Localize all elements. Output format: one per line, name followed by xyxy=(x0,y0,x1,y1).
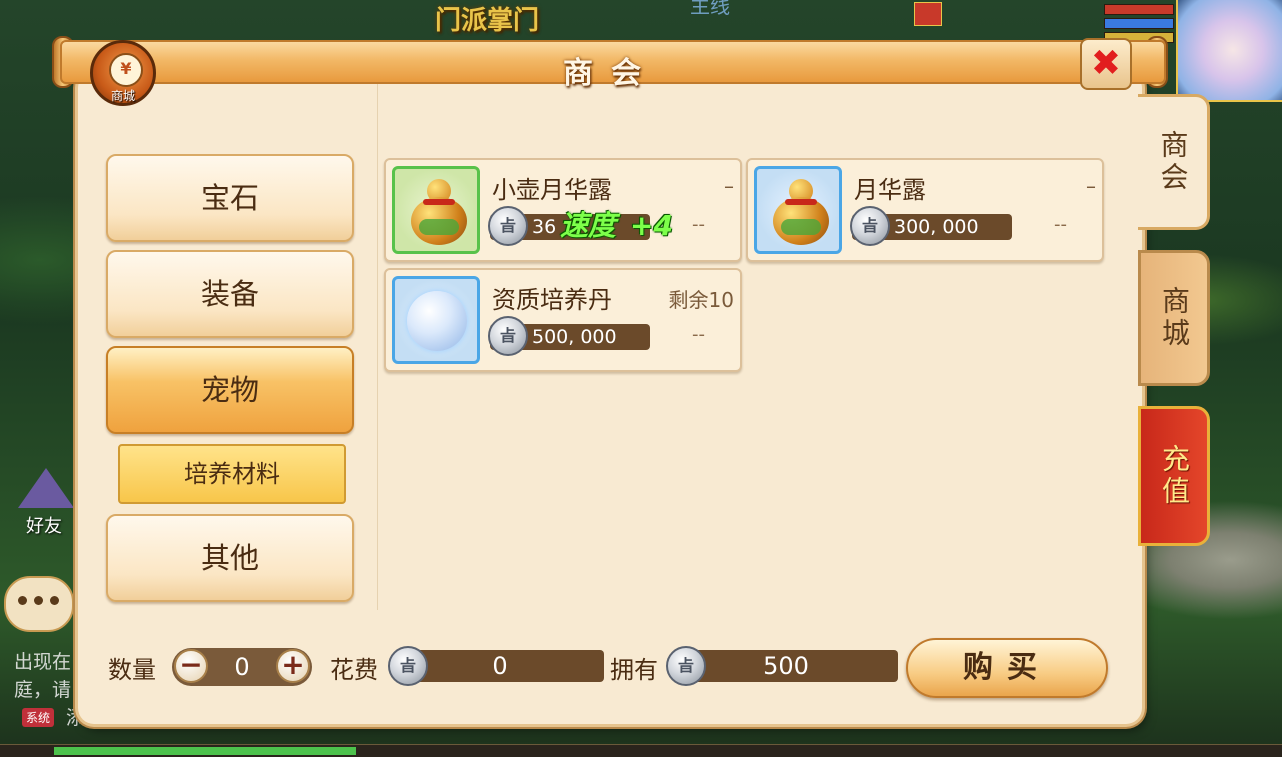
chat-bubble-icon[interactable] xyxy=(4,576,74,632)
gourd-ribbon xyxy=(423,199,455,205)
quantity-stepper: − 0 + xyxy=(172,648,312,686)
shop-badge: ¥ 商城 xyxy=(90,40,156,106)
gourd-icon xyxy=(771,179,831,245)
chat-line: 出现在 xyxy=(14,651,72,673)
gourd-icon xyxy=(409,179,469,245)
friends-label: 好友 xyxy=(26,516,62,537)
friends-widget[interactable]: 好友 xyxy=(14,468,74,538)
speed-buff-popup: 速度 +4 xyxy=(560,204,673,244)
silver-coin-icon: 㫖 xyxy=(488,316,528,356)
silver-coin-icon: 㫖 xyxy=(666,646,706,686)
mp-bar xyxy=(1104,18,1174,29)
chat-dot xyxy=(50,596,59,605)
chat-line: 庭，请 xyxy=(14,679,72,701)
item-limit: -- xyxy=(1054,214,1067,235)
buy-button[interactable]: 购买 xyxy=(906,638,1108,698)
quantity-label: 数量 xyxy=(108,656,156,684)
owned-value: 500 xyxy=(674,650,898,682)
owned-label: 拥有 xyxy=(610,656,658,684)
wizard-hat-icon xyxy=(18,468,74,508)
gourd-leaf xyxy=(419,219,459,235)
window-title: 商会 xyxy=(563,56,659,91)
shop-badge-label: 商城 xyxy=(110,89,135,103)
flag-icon[interactable] xyxy=(914,2,942,26)
silver-coin-icon: 㫖 xyxy=(388,646,428,686)
panel-divider xyxy=(372,84,378,610)
tab-recharge[interactable]: 充值 xyxy=(1138,406,1210,546)
close-button[interactable]: ✖ xyxy=(1080,38,1132,90)
hp-bar xyxy=(1104,4,1174,15)
quest-banner: 门派掌门 xyxy=(435,6,540,36)
category-gem[interactable]: 宝石 xyxy=(106,154,354,242)
buff-label: 速度 xyxy=(560,209,617,242)
pearl-icon xyxy=(407,291,467,351)
cost-label: 花费 xyxy=(330,656,378,684)
gourd-leaf xyxy=(781,219,821,235)
chat-dot xyxy=(18,596,27,605)
quantity-value[interactable]: 0 xyxy=(208,648,276,686)
exp-fill xyxy=(54,747,356,755)
silver-coin-icon: 㫖 xyxy=(488,206,528,246)
item-name: 资质培养丹 xyxy=(492,286,612,314)
money-bag-icon: ¥ xyxy=(109,53,143,87)
chat-dot xyxy=(34,596,43,605)
item-stock: – xyxy=(724,174,734,198)
item-card[interactable]: 月华露 – 300, 000 㫖 -- xyxy=(746,158,1104,262)
system-tag: 系统 xyxy=(22,708,55,727)
item-limit: -- xyxy=(692,214,705,235)
item-icon-frame xyxy=(392,166,480,254)
category-other[interactable]: 其他 xyxy=(106,514,354,602)
item-card[interactable]: 资质培养丹 剩余10 500, 000 㫖 -- xyxy=(384,268,742,372)
item-name: 小壶月华露 xyxy=(492,176,612,204)
item-limit: -- xyxy=(692,324,705,345)
gourd-ribbon xyxy=(785,199,817,205)
bottom-exp-bar xyxy=(0,744,1282,757)
tab-chamber-of-commerce[interactable]: 商会 xyxy=(1138,94,1210,230)
quantity-minus-button[interactable]: − xyxy=(174,649,208,683)
item-stock: 剩余10 xyxy=(668,288,734,312)
item-icon-frame xyxy=(754,166,842,254)
category-pet[interactable]: 宠物 xyxy=(106,346,354,434)
quest-banner-faded: 主线 xyxy=(690,0,730,18)
buff-value: +4 xyxy=(630,209,673,242)
subcategory-training-material[interactable]: 培养材料 xyxy=(118,444,346,504)
item-name: 月华露 xyxy=(854,176,926,204)
category-equipment[interactable]: 装备 xyxy=(106,250,354,338)
item-stock: – xyxy=(1086,174,1096,198)
quantity-plus-button[interactable]: + xyxy=(276,649,310,683)
silver-coin-icon: 㫖 xyxy=(850,206,890,246)
item-icon-frame xyxy=(392,276,480,364)
tab-mall[interactable]: 商城 xyxy=(1138,250,1210,386)
